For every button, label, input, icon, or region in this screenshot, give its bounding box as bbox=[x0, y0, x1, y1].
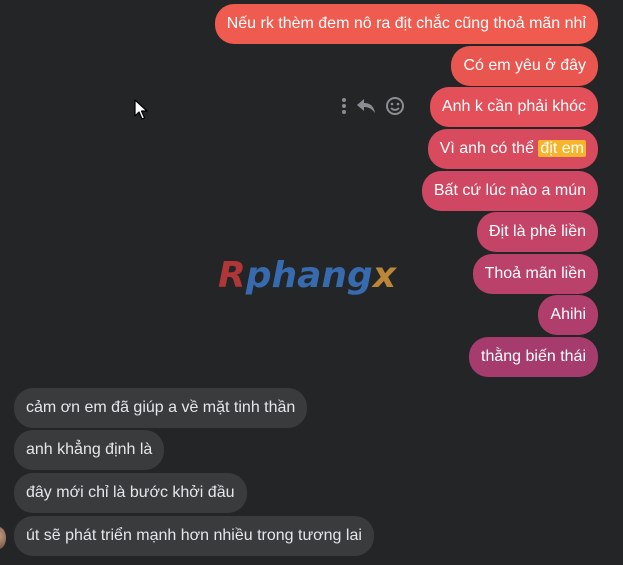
received-message[interactable]: cảm ơn em đã giúp a về mặt tinh thần bbox=[14, 388, 308, 428]
message-actions bbox=[341, 95, 413, 117]
message-text: anh khẳng định là bbox=[26, 441, 153, 458]
search-highlight: địt em bbox=[538, 140, 586, 157]
watermark-logo: Rphangx bbox=[218, 255, 397, 296]
avatar[interactable] bbox=[0, 527, 6, 549]
received-message[interactable]: anh khẳng định là bbox=[14, 430, 165, 470]
sent-message[interactable]: Có em yêu ở đây bbox=[451, 46, 598, 86]
message-text: Nếu rk thèm đem nô ra địt chắc cũng thoả… bbox=[226, 15, 586, 32]
mouse-cursor-icon bbox=[134, 99, 148, 126]
sent-message[interactable]: Nếu rk thèm đem nô ra địt chắc cũng thoả… bbox=[214, 4, 598, 44]
message-text: Có em yêu ở đây bbox=[463, 57, 586, 74]
received-message[interactable]: út sẽ phát triển mạnh hơn nhiều trong tư… bbox=[14, 516, 374, 556]
message-text: thằng biến thái bbox=[481, 348, 586, 365]
sent-message[interactable]: Bất cứ lúc nào a mún bbox=[421, 171, 598, 211]
message-text: Anh k cần phải khóc bbox=[441, 98, 586, 115]
sent-message[interactable]: Thoả mãn liền bbox=[472, 254, 598, 294]
reply-icon[interactable] bbox=[355, 97, 377, 115]
sent-message[interactable]: Địt là phê liền bbox=[477, 212, 598, 252]
message-text: đây mới chỉ là bước khởi đầu bbox=[26, 484, 235, 501]
chat-thread: Nếu rk thèm đem nô ra địt chắc cũng thoả… bbox=[0, 0, 623, 565]
message-text: Ahihi bbox=[550, 306, 586, 323]
received-message[interactable]: đây mới chỉ là bước khởi đầu bbox=[14, 473, 247, 513]
sent-message[interactable]: Anh k cần phải khóc bbox=[429, 87, 598, 127]
sent-message[interactable]: Ahihi bbox=[538, 295, 598, 335]
emoji-react-icon[interactable] bbox=[385, 96, 405, 116]
message-text: út sẽ phát triển mạnh hơn nhiều trong tư… bbox=[26, 527, 362, 544]
message-text: Vì anh có thể bbox=[439, 140, 539, 157]
message-text: Thoả mãn liền bbox=[484, 265, 586, 282]
message-text: cảm ơn em đã giúp a về mặt tinh thần bbox=[26, 399, 296, 416]
sent-message[interactable]: thằng biến thái bbox=[469, 337, 598, 377]
sent-message[interactable]: Vì anh có thể địt em bbox=[427, 129, 598, 169]
message-text: Bất cứ lúc nào a mún bbox=[433, 182, 586, 199]
message-text: Địt là phê liền bbox=[489, 223, 586, 240]
more-vertical-icon[interactable] bbox=[341, 97, 347, 115]
